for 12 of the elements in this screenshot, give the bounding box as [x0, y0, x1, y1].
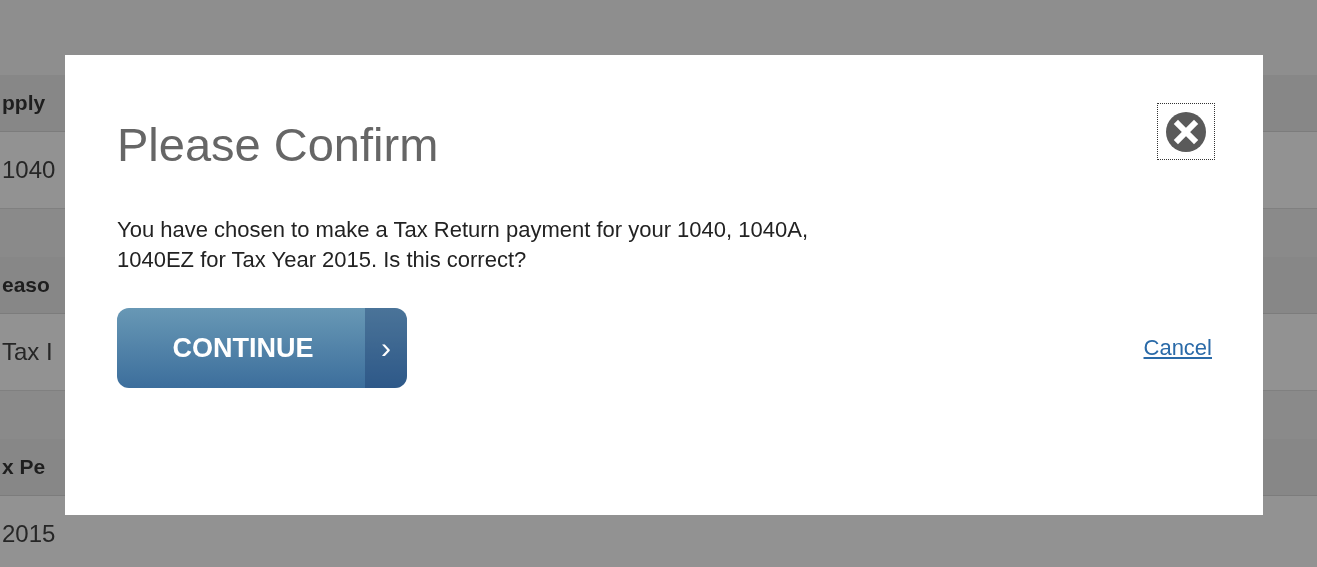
section-value: 2015: [1, 520, 56, 548]
close-icon: [1165, 110, 1207, 153]
section-heading: x Pe: [1, 455, 46, 479]
section-heading: easo: [1, 273, 50, 297]
section-value: Tax I: [1, 338, 53, 366]
continue-button[interactable]: CONTINUE ›: [117, 308, 407, 388]
cancel-link[interactable]: Cancel: [1143, 335, 1212, 361]
section-value: 1040: [1, 156, 56, 184]
close-button[interactable]: [1157, 103, 1215, 160]
confirmation-message: You have chosen to make a Tax Return payment for your 1040, 1040A, 1040EZ for Tax Year 2015. Is this correct?: [117, 216, 809, 274]
dialog-title: Please Confirm: [117, 117, 439, 173]
section-heading: pply: [1, 91, 46, 115]
